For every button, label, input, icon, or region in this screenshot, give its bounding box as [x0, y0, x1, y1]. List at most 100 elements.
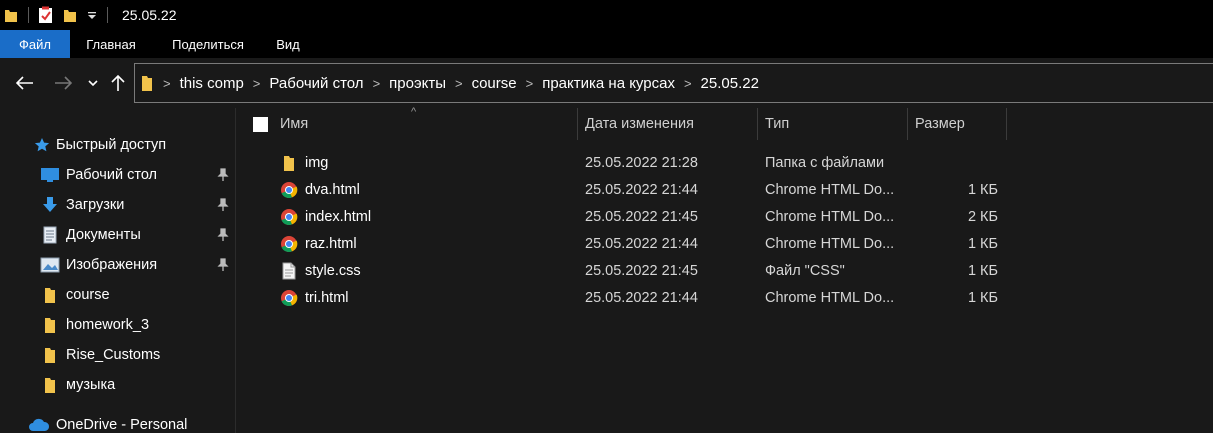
- tab-file[interactable]: Файл: [0, 30, 70, 58]
- breadcrumb-item[interactable]: this comp: [175, 75, 249, 92]
- forward-icon[interactable]: [52, 72, 74, 94]
- file-name: raz.html: [305, 235, 357, 252]
- new-folder-icon[interactable]: [61, 5, 79, 25]
- sidebar-item-pictures[interactable]: Изображения: [0, 251, 235, 279]
- chevron-right-icon[interactable]: >: [249, 76, 265, 91]
- file-name: index.html: [305, 208, 372, 225]
- file-date: 25.05.2022 21:44: [585, 235, 698, 252]
- chrome-icon: [280, 289, 298, 307]
- pictures-icon: [40, 255, 60, 275]
- documents-icon: [40, 225, 60, 245]
- select-all-checkbox-wrap: [253, 108, 268, 140]
- folder-icon: [280, 154, 298, 172]
- file-size: [908, 149, 998, 176]
- table-row[interactable]: index.html 25.05.2022 21:45 Chrome HTML …: [236, 203, 1213, 230]
- pin-icon[interactable]: [217, 198, 229, 212]
- folder-icon: [40, 345, 60, 365]
- file-size: 1 КБ: [967, 181, 998, 198]
- file-type: Файл "CSS": [765, 262, 845, 279]
- sidebar-item-rise-customs[interactable]: Rise_Customs: [0, 341, 235, 369]
- sidebar-item-label: course: [66, 287, 110, 303]
- file-size: 1 КБ: [967, 289, 998, 306]
- file-name: style.css: [305, 262, 361, 279]
- folder-icon: [40, 375, 60, 395]
- sidebar-item-documents[interactable]: Документы: [0, 221, 235, 249]
- ribbon-tabs: Файл Главная Поделиться Вид: [0, 30, 1213, 58]
- title-bar: 25.05.22: [0, 0, 1213, 30]
- quick-access-toolbar: [0, 0, 116, 30]
- customize-dropdown-icon[interactable]: [83, 5, 101, 25]
- file-date: 25.05.2022 21:44: [585, 289, 698, 306]
- chevron-right-icon[interactable]: >: [451, 76, 467, 91]
- breadcrumb-item[interactable]: проэкты: [384, 75, 451, 92]
- pin-icon[interactable]: [217, 228, 229, 242]
- breadcrumb-item[interactable]: практика на курсах: [537, 75, 680, 92]
- folder-icon: [141, 74, 153, 92]
- table-row[interactable]: dva.html 25.05.2022 21:44 Chrome HTML Do…: [236, 176, 1213, 203]
- file-name: tri.html: [305, 289, 349, 306]
- breadcrumb-item[interactable]: Рабочий стол: [264, 75, 368, 92]
- sort-arrow-icon: ^: [411, 106, 417, 118]
- back-icon[interactable]: [14, 72, 36, 94]
- file-date: 25.05.2022 21:45: [585, 208, 698, 225]
- sidebar-item-course[interactable]: course: [0, 281, 235, 309]
- file-type: Chrome HTML Do...: [765, 235, 895, 252]
- table-row[interactable]: img 25.05.2022 21:28 Папка с файлами: [236, 149, 1213, 176]
- column-type[interactable]: Тип: [765, 108, 789, 140]
- chevron-right-icon[interactable]: >: [369, 76, 385, 91]
- table-row[interactable]: tri.html 25.05.2022 21:44 Chrome HTML Do…: [236, 284, 1213, 311]
- file-type: Chrome HTML Do...: [765, 181, 895, 198]
- sidebar-item-homework-3[interactable]: homework_3: [0, 311, 235, 339]
- file-name: img: [305, 154, 329, 171]
- tab-home[interactable]: Главная: [70, 30, 152, 58]
- column-name[interactable]: Имя: [280, 108, 308, 140]
- column-date[interactable]: Дата изменения: [585, 108, 694, 140]
- file-name-cell: img: [280, 149, 328, 176]
- file-date: 25.05.2022 21:45: [585, 262, 698, 279]
- file-name-cell: dva.html: [280, 176, 360, 203]
- sidebar-item-label: Изображения: [66, 257, 158, 273]
- file-size: 2 КБ: [967, 208, 998, 225]
- chrome-icon: [280, 235, 298, 253]
- window-title: 25.05.22: [122, 7, 177, 23]
- up-icon[interactable]: [108, 72, 128, 94]
- chevron-right-icon[interactable]: >: [159, 76, 175, 91]
- file-name-cell: index.html: [280, 203, 371, 230]
- chevron-right-icon[interactable]: >: [522, 76, 538, 91]
- breadcrumb-item[interactable]: 25.05.22: [696, 75, 764, 92]
- document-icon: [280, 262, 298, 280]
- properties-icon[interactable]: [37, 5, 55, 25]
- sidebar-item-desktop[interactable]: Рабочий стол: [0, 161, 235, 189]
- sidebar-item-quick-access[interactable]: Быстрый доступ: [0, 131, 235, 159]
- file-type: Chrome HTML Do...: [765, 289, 895, 306]
- sidebar-item-label: Рабочий стол: [66, 167, 158, 183]
- table-row[interactable]: raz.html 25.05.2022 21:44 Chrome HTML Do…: [236, 230, 1213, 257]
- recent-locations-icon[interactable]: [86, 72, 100, 94]
- sidebar-item-music[interactable]: музыка: [0, 371, 235, 399]
- sidebar-item-label: Документы: [66, 227, 141, 243]
- cloud-icon: [28, 415, 50, 433]
- select-all-checkbox[interactable]: [253, 116, 268, 132]
- star-icon: [32, 135, 52, 155]
- file-size: 1 КБ: [967, 262, 998, 279]
- file-size: 1 КБ: [967, 235, 998, 252]
- chrome-icon: [280, 208, 298, 226]
- sidebar-item-label: Загрузки: [66, 197, 125, 213]
- pin-icon[interactable]: [217, 258, 229, 272]
- address-bar[interactable]: > this comp > Рабочий стол > проэкты > c…: [134, 63, 1213, 103]
- breadcrumb-item[interactable]: course: [467, 75, 522, 92]
- chevron-right-icon[interactable]: >: [680, 76, 696, 91]
- sidebar-item-label: музыка: [66, 377, 116, 393]
- sidebar-item-downloads[interactable]: Загрузки: [0, 191, 235, 219]
- column-size[interactable]: Размер: [915, 108, 965, 140]
- sidebar-item-onedrive[interactable]: OneDrive - Personal: [0, 411, 235, 433]
- table-row[interactable]: style.css 25.05.2022 21:45 Файл "CSS" 1 …: [236, 257, 1213, 284]
- pin-icon[interactable]: [217, 168, 229, 182]
- tab-share[interactable]: Поделиться: [152, 30, 264, 58]
- folder-icon: [40, 285, 60, 305]
- file-date: 25.05.2022 21:28: [585, 154, 698, 171]
- folder-icon[interactable]: [2, 5, 20, 25]
- downloads-icon: [40, 195, 60, 215]
- breadcrumb: > this comp > Рабочий стол > проэкты > c…: [159, 75, 764, 92]
- tab-view[interactable]: Вид: [264, 30, 312, 58]
